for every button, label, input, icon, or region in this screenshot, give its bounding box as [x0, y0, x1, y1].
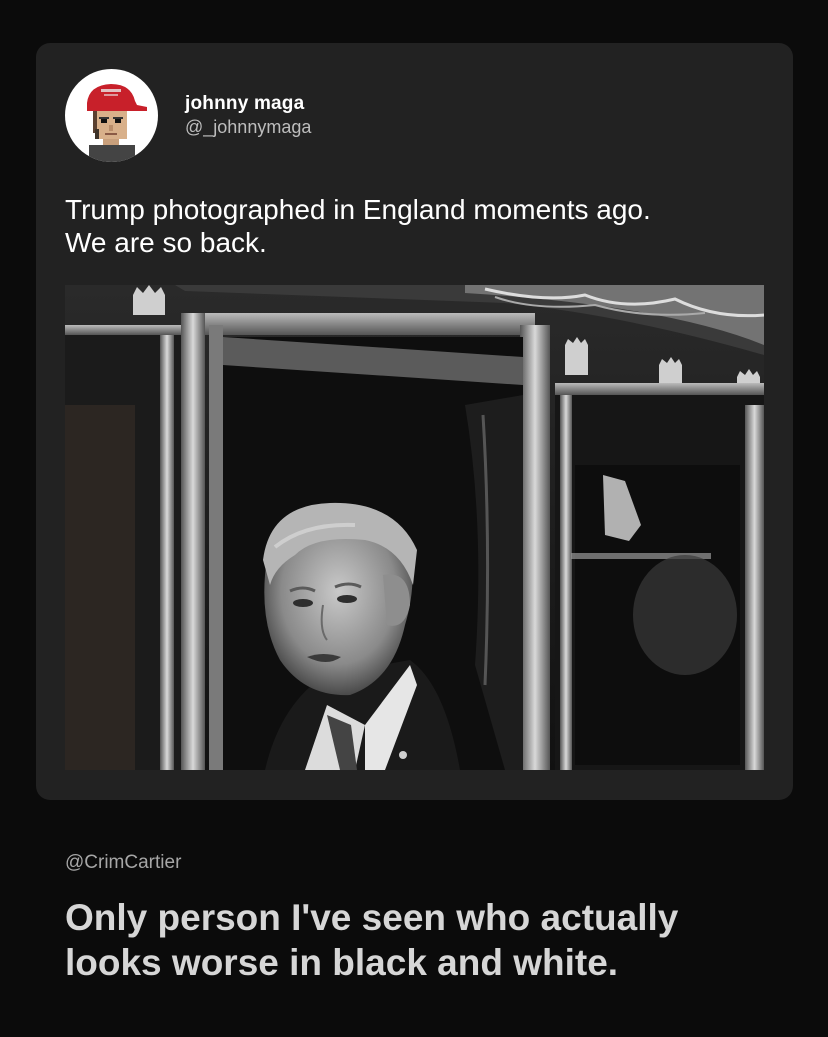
post-card: johnny maga @_johnnymaga Trump photograp…: [36, 43, 793, 800]
caption-text: Only person I've seen who actually looks…: [65, 897, 679, 983]
author-display-name[interactable]: johnny maga: [185, 93, 304, 115]
caption-handle[interactable]: @CrimCartier: [65, 852, 181, 874]
profile-avatar[interactable]: [65, 69, 158, 162]
carriage-photo-image: [65, 285, 764, 770]
post-text: Trump photographed in England moments ag…: [65, 194, 651, 258]
post-photo[interactable]: [65, 285, 764, 770]
pixel-avatar-icon: [87, 84, 147, 162]
author-handle[interactable]: @_johnnymaga: [185, 117, 311, 138]
